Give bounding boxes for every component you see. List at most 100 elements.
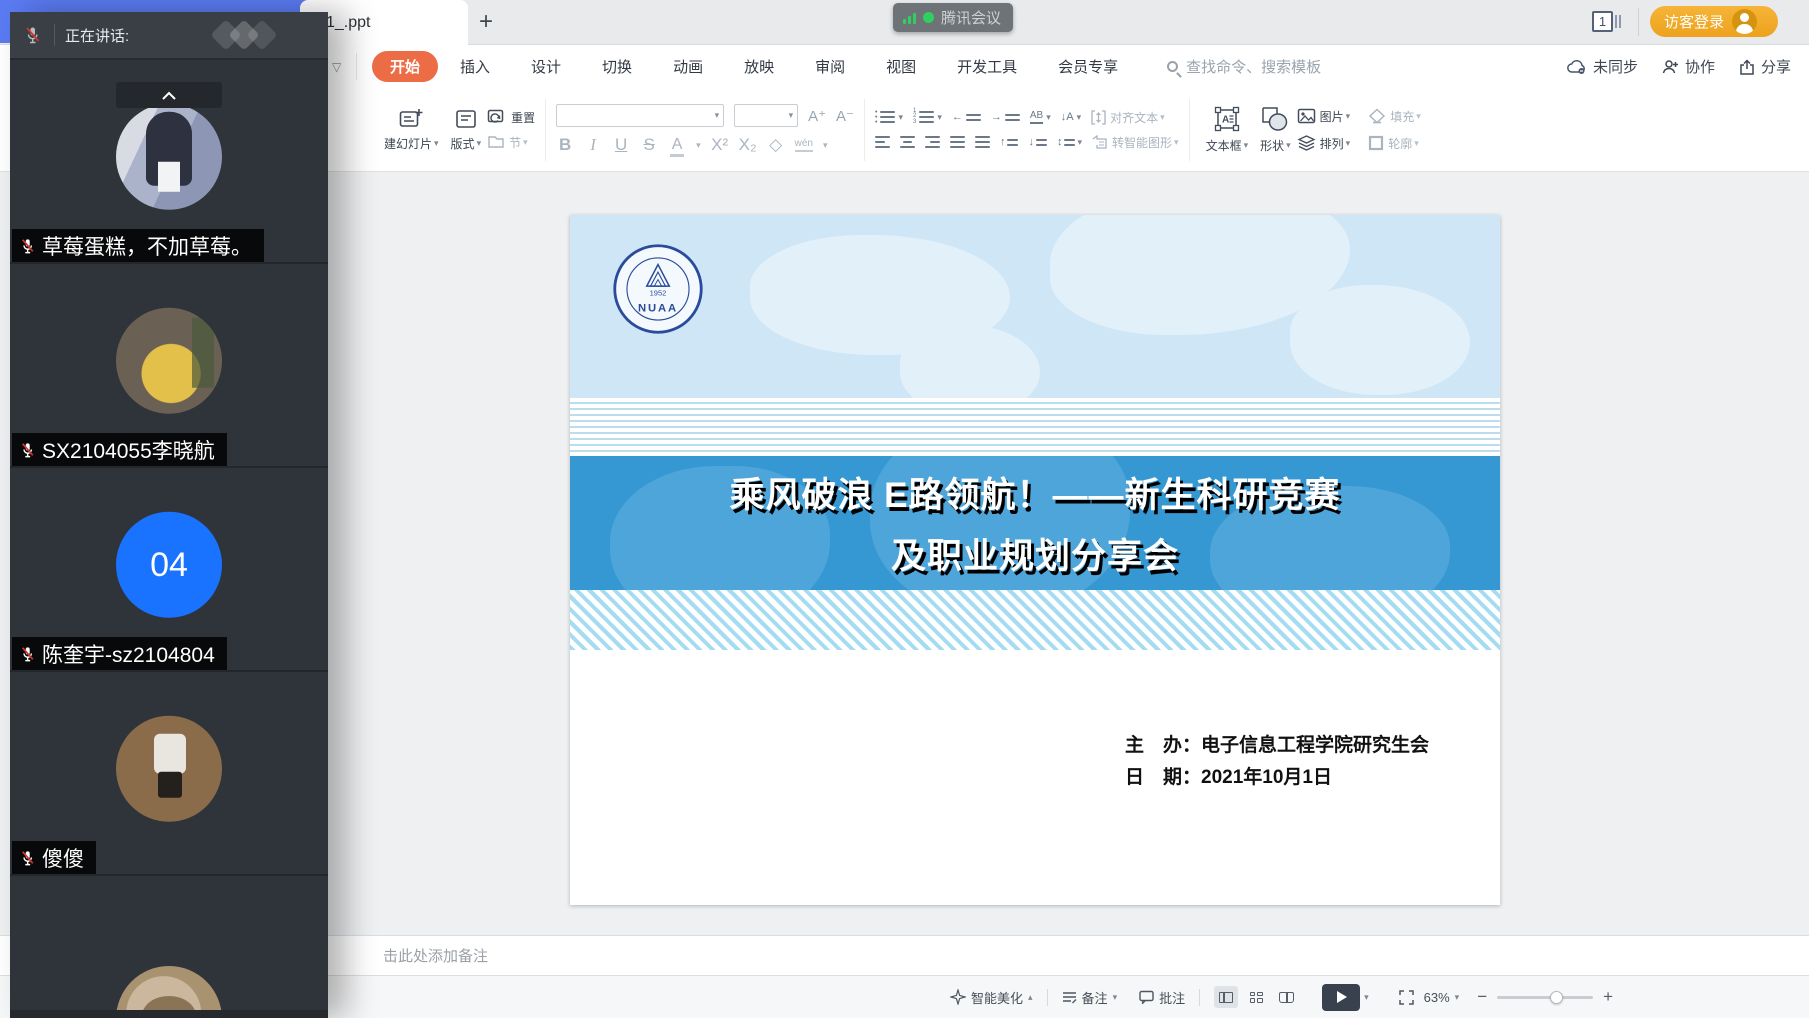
shapes-icon <box>1261 106 1289 132</box>
tencent-meeting-floating-bar[interactable]: 腾讯会议 <box>893 3 1013 32</box>
tab-devtools[interactable]: 开发工具 <box>957 51 1017 82</box>
fill-button[interactable]: 填充▾ <box>1368 108 1421 125</box>
zoom-slider-handle[interactable] <box>1550 991 1563 1004</box>
zoom-slider[interactable] <box>1497 996 1593 999</box>
sync-status-button[interactable]: 未同步 <box>1567 56 1638 77</box>
tab-insert[interactable]: 插入 <box>460 51 490 82</box>
slide-title-line1: 乘风破浪 E路领航！——新生科研竞赛 <box>729 467 1340 518</box>
share-icon <box>1739 59 1755 75</box>
meeting-app-name: 腾讯会议 <box>941 7 1001 28</box>
command-search-box[interactable]: 查找命令、搜索模板 <box>1167 56 1321 77</box>
strikethrough-button[interactable]: S <box>640 135 658 155</box>
character-spacing-button[interactable]: AB▾ <box>1030 110 1051 124</box>
play-slideshow-button[interactable] <box>1322 984 1360 1011</box>
align-right-button[interactable] <box>925 136 940 148</box>
normal-view-icon <box>1219 992 1233 1003</box>
speaking-label: 正在讲话: <box>65 25 129 46</box>
tencent-meeting-panel: 正在讲话: 草莓蛋糕，不加草莓。 <box>10 12 328 1018</box>
textbox-icon: A <box>1214 106 1240 132</box>
guest-login-button[interactable]: 访客登录 <box>1650 6 1778 37</box>
notes-button[interactable]: 备注 ▾ <box>1062 988 1118 1007</box>
participant-tile[interactable]: 草莓蛋糕，不加草莓。 <box>10 60 328 264</box>
tab-transition[interactable]: 切换 <box>602 51 632 82</box>
align-text-button[interactable]: 对齐文本▾ <box>1091 109 1165 126</box>
shapes-button[interactable]: 形状▾ <box>1254 106 1297 154</box>
zoom-level-button[interactable]: 63% ▾ <box>1424 990 1460 1005</box>
shrink-font-button[interactable]: A⁻ <box>836 107 854 125</box>
reading-view-button[interactable] <box>1274 986 1298 1008</box>
font-size-combo[interactable]: ▾ <box>734 104 798 127</box>
decrease-indent-button[interactable]: ← <box>952 112 981 123</box>
new-slide-button[interactable]: 建幻灯片▾ <box>378 108 445 152</box>
text-direction-button[interactable]: ↓A▾ <box>1061 111 1081 123</box>
line-spacing-up-button[interactable]: ↑ <box>1000 137 1019 148</box>
tab-home[interactable]: 开始 <box>372 51 438 82</box>
underline-button[interactable]: U <box>612 135 630 155</box>
play-options-chevron-icon[interactable]: ▾ <box>1364 993 1369 1002</box>
distribute-button[interactable] <box>975 136 990 148</box>
outline-button[interactable]: 轮廓▾ <box>1368 135 1419 152</box>
participant-tile[interactable]: 04 陈奎宇-sz2104804 <box>10 468 328 672</box>
slide-stripe-band-bottom <box>570 590 1500 650</box>
layout-button[interactable]: 版式▾ <box>445 108 488 152</box>
numbered-list-button[interactable]: 123 ▾ <box>913 109 942 125</box>
normal-view-button[interactable] <box>1214 986 1238 1008</box>
window-count-badge[interactable]: 1 <box>1592 11 1621 32</box>
italic-button[interactable]: I <box>584 135 602 155</box>
tab-review[interactable]: 审阅 <box>815 51 845 82</box>
increase-indent-button[interactable]: → <box>991 112 1020 123</box>
mic-muted-icon[interactable] <box>10 26 54 44</box>
ribbon-collapse-icon[interactable]: ▽ <box>332 60 341 74</box>
line-spacing-down-button[interactable]: ↓ <box>1028 137 1047 148</box>
justify-button[interactable] <box>950 136 965 148</box>
align-left-button[interactable] <box>875 136 890 148</box>
tab-animation[interactable]: 动画 <box>673 51 703 82</box>
slide-title-band[interactable]: 乘风破浪 E路领航！——新生科研竞赛 及职业规划分享会 <box>570 456 1500 590</box>
meeting-panel-header[interactable]: 正在讲话: <box>10 12 328 58</box>
collaborate-button[interactable]: 协作 <box>1662 56 1715 77</box>
line-spacing-button[interactable]: ↕▾ <box>1057 137 1082 148</box>
tab-design[interactable]: 设计 <box>531 51 561 82</box>
tab-slideshow[interactable]: 放映 <box>744 51 774 82</box>
bullet-list-button[interactable]: ••• ▾ <box>875 110 903 125</box>
new-tab-button[interactable]: + <box>468 4 504 40</box>
grid-view-icon <box>1250 992 1263 1003</box>
bold-button[interactable]: B <box>556 135 574 155</box>
picture-button[interactable]: 图片▾ <box>1297 108 1351 125</box>
play-icon <box>1337 991 1347 1003</box>
avatar-photo-yellow-shirt <box>116 308 222 414</box>
zoom-out-button[interactable]: − <box>1473 987 1491 1007</box>
section-button[interactable]: 节▾ <box>487 134 535 151</box>
format-eraser-button[interactable]: ◇ <box>767 135 785 155</box>
textbox-button[interactable]: A 文本框▾ <box>1200 106 1255 154</box>
collapse-panel-button[interactable] <box>116 82 222 108</box>
tab-membership[interactable]: 会员专享 <box>1058 51 1118 82</box>
zoom-in-button[interactable]: + <box>1599 987 1617 1007</box>
fill-icon <box>1368 108 1386 124</box>
comments-button[interactable]: 批注 <box>1139 988 1185 1007</box>
share-button[interactable]: 分享 <box>1739 56 1791 77</box>
participant-tile[interactable]: 傻傻 <box>10 672 328 876</box>
font-color-button[interactable]: A <box>668 136 686 154</box>
subscript-button[interactable]: X₂ <box>739 135 757 155</box>
participant-tile[interactable] <box>10 876 328 1010</box>
align-center-button[interactable] <box>900 136 915 148</box>
sparkle-icon <box>950 989 966 1005</box>
tab-view[interactable]: 视图 <box>886 51 916 82</box>
reset-button[interactable]: 重置 <box>487 109 535 126</box>
slide-host-date-text[interactable]: 主 办：电子信息工程学院研究生会 日 期：2021年10月1日 <box>1125 730 1429 794</box>
convert-to-smartart-button[interactable]: 转智能图形▾ <box>1092 134 1179 151</box>
avatar-photo-dog <box>116 966 222 1010</box>
pinyin-guide-button[interactable]: wén <box>795 138 813 152</box>
grow-font-button[interactable]: A⁺ <box>808 107 826 125</box>
arrange-button[interactable]: 排列▾ <box>1297 135 1351 152</box>
app-window: 1_.ppt + 腾讯会议 1 访客登录 ▽ 开始 插入 设计 切换 动画 放映… <box>0 0 1809 1018</box>
smart-beautify-button[interactable]: 智能美化 ▴ <box>950 988 1033 1007</box>
participant-tile[interactable]: SX2104055李晓航 <box>10 264 328 468</box>
font-name-combo[interactable]: ▾ <box>556 104 724 127</box>
slide[interactable]: 1952 NUAA 乘风破浪 E路领航！——新生科研竞赛 及职业规划分享会 主 … <box>570 215 1500 905</box>
slide-sorter-view-button[interactable] <box>1244 986 1268 1008</box>
superscript-button[interactable]: X² <box>711 135 729 155</box>
fit-slide-button[interactable] <box>1399 990 1414 1005</box>
mic-muted-icon <box>20 646 35 662</box>
